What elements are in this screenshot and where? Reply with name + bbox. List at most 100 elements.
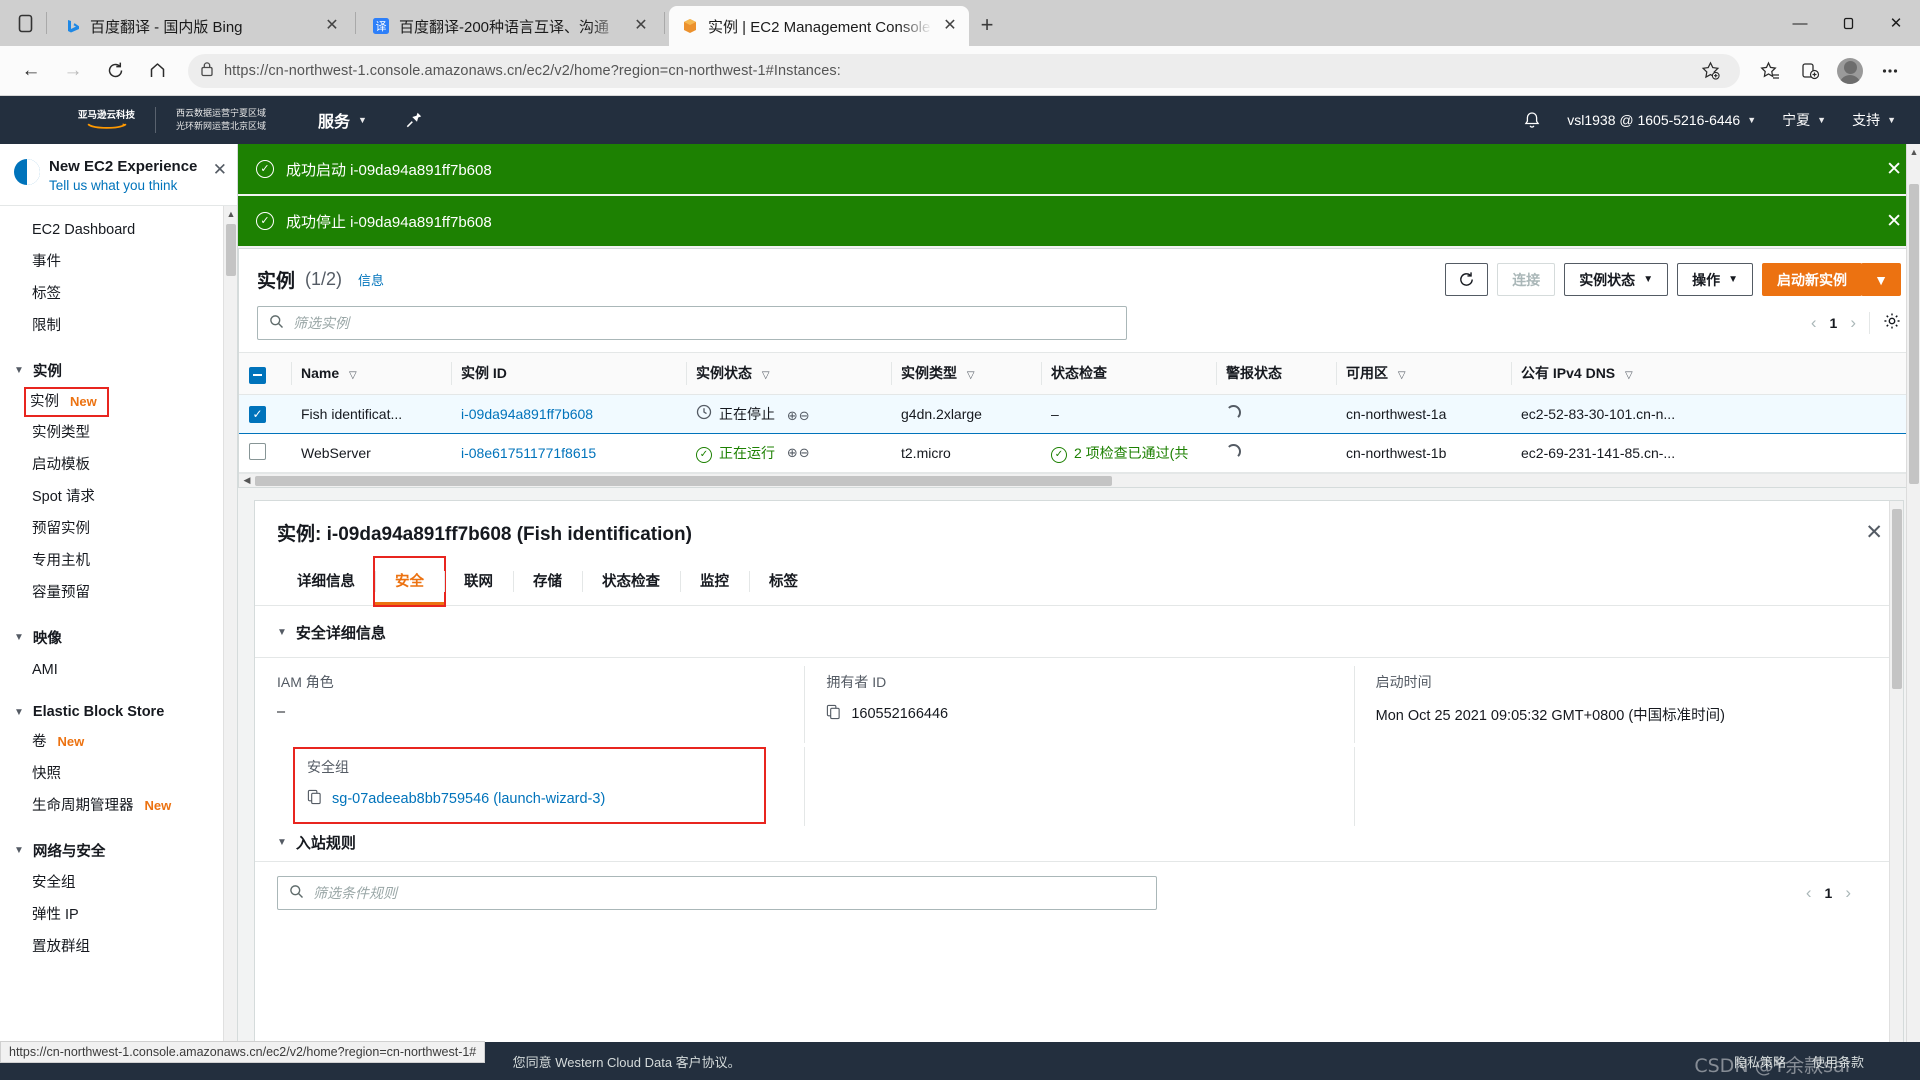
region-menu[interactable]: 宁夏 ▼ xyxy=(1782,110,1826,130)
zoom-icons[interactable]: ⊕⊖ xyxy=(787,408,811,423)
column-header-instance-state[interactable]: 实例状态 ▽ xyxy=(686,352,891,395)
row-select-cell[interactable]: ✓ xyxy=(239,393,291,434)
home-button[interactable] xyxy=(138,52,176,90)
reload-button[interactable] xyxy=(96,52,134,90)
table-scroll-thumb[interactable] xyxy=(255,475,1112,486)
sort-icon[interactable]: ▽ xyxy=(967,370,975,381)
info-link[interactable]: 信息 xyxy=(358,270,384,289)
tab-networking[interactable]: 联网 xyxy=(444,558,513,605)
sort-icon[interactable]: ▽ xyxy=(762,370,770,381)
inbound-rules-search-input[interactable]: 筛选条件规则 xyxy=(277,876,1157,910)
copy-icon[interactable] xyxy=(307,789,322,808)
notification-bell-icon[interactable] xyxy=(1523,111,1541,130)
table-scroll-left-icon[interactable]: ◀ xyxy=(239,475,255,486)
services-menu-button[interactable]: 服务 ▼ xyxy=(318,108,367,132)
forward-button[interactable]: → xyxy=(54,52,92,90)
table-horizontal-scrollbar[interactable]: ◀ ▶ xyxy=(239,473,1919,487)
refresh-button[interactable] xyxy=(1445,263,1489,296)
detail-panel-scrollbar[interactable]: ▼ xyxy=(1889,501,1903,1080)
pin-icon[interactable] xyxy=(405,111,423,129)
sidebar-item-security-groups[interactable]: 安全组 xyxy=(0,867,237,899)
tab-status-checks[interactable]: 状态检查 xyxy=(582,558,680,605)
cell-instance-id[interactable]: i-08e617511771f8615 xyxy=(451,433,686,473)
inbound-rules-section-header[interactable]: ▼ 入站规则 xyxy=(255,822,1903,853)
new-experience-close-button[interactable]: ✕ xyxy=(213,158,227,180)
instance-id-link[interactable]: i-09da94a891ff7b608 xyxy=(461,406,593,422)
tab-details[interactable]: 详细信息 xyxy=(277,558,375,605)
instance-id-link[interactable]: i-08e617511771f8615 xyxy=(461,445,596,461)
browser-tab-2[interactable]: 实例 | EC2 Management Console ✕ xyxy=(669,6,969,46)
column-header-alarm-status[interactable]: 警报状态 xyxy=(1216,352,1336,395)
sidebar-item-dedicated-hosts[interactable]: 专用主机 xyxy=(0,545,237,577)
flash-message-stop-close[interactable]: ✕ xyxy=(1886,210,1902,233)
sidebar-item-snapshots[interactable]: 快照 xyxy=(0,758,237,790)
sidebar-item-ami[interactable]: AMI xyxy=(0,654,237,686)
security-group-link[interactable]: sg-07adeeab8bb759546 (launch-wizard-3) xyxy=(332,791,605,807)
sidebar-item-limits[interactable]: 限制 xyxy=(0,310,237,342)
sidebar-item-spot-requests[interactable]: Spot 请求 xyxy=(0,481,237,513)
account-menu[interactable]: vsl1938 @ 1605-5216-6446 ▼ xyxy=(1567,112,1756,128)
back-button[interactable]: ← xyxy=(12,52,50,90)
row-checkbox[interactable] xyxy=(249,443,266,460)
sort-icon[interactable]: ▽ xyxy=(1398,370,1406,381)
sidebar-item-capacity-reservations[interactable]: 容量预留 xyxy=(0,577,237,609)
more-menu-icon[interactable] xyxy=(1872,53,1908,89)
column-header-availability-zone[interactable]: 可用区 ▽ xyxy=(1336,352,1511,395)
sidebar-item-instance-types[interactable]: 实例类型 xyxy=(0,417,237,449)
favorites-list-icon[interactable] xyxy=(1752,53,1788,89)
tab-tags[interactable]: 标签 xyxy=(749,558,818,605)
search-input[interactable]: 筛选实例 xyxy=(257,306,1127,340)
instance-state-button[interactable]: 实例状态 ▼ xyxy=(1564,263,1669,296)
profile-avatar[interactable] xyxy=(1832,53,1868,89)
browser-tab-2-close[interactable]: ✕ xyxy=(941,18,959,34)
aws-logo-block[interactable]: 亚马逊云科技 西云数据运营宁夏区域 光环新网运营北京区域 xyxy=(78,107,266,134)
new-tab-button[interactable]: + xyxy=(969,7,1005,43)
page-scrollbar[interactable]: ▲ ▼ xyxy=(1906,144,1920,1080)
window-close-button[interactable]: ✕ xyxy=(1872,0,1920,46)
select-all-checkbox[interactable] xyxy=(249,366,266,384)
tab-storage[interactable]: 存储 xyxy=(513,558,582,605)
sidebar-item-lifecycle-manager[interactable]: 生命周期管理器 New xyxy=(0,790,237,822)
page-scroll-up-icon[interactable]: ▲ xyxy=(1907,144,1920,160)
select-all-header[interactable] xyxy=(239,352,291,395)
sidebar-item-ec2-dashboard[interactable]: EC2 Dashboard xyxy=(0,214,237,246)
pagination-next-button[interactable]: › xyxy=(1850,313,1856,333)
new-experience-feedback-link[interactable]: Tell us what you think xyxy=(49,178,204,193)
sort-icon[interactable]: ▽ xyxy=(349,370,357,381)
connect-button[interactable]: 连接 xyxy=(1497,263,1556,296)
column-header-instance-id[interactable]: 实例 ID xyxy=(451,352,686,395)
browser-tab-1[interactable]: 译 百度翻译-200种语言互译、沟通 ✕ xyxy=(360,6,660,46)
sidebar-item-reserved-instances[interactable]: 预留实例 xyxy=(0,513,237,545)
page-scroll-thumb[interactable] xyxy=(1909,184,1919,484)
tab-actions-icon[interactable] xyxy=(8,3,42,43)
table-row[interactable]: WebServer i-08e617511771f8615 ✓ 正在运行 ⊕⊖ … xyxy=(239,433,1919,473)
address-bar[interactable]: https://cn-northwest-1.console.amazonaws… xyxy=(188,53,1740,88)
flash-message-start-close[interactable]: ✕ xyxy=(1886,158,1902,181)
window-minimize-button[interactable]: — xyxy=(1776,0,1824,46)
instance-detail-close-button[interactable]: ✕ xyxy=(1865,520,1883,545)
cell-instance-id[interactable]: i-09da94a891ff7b608 xyxy=(451,393,686,434)
pagination-prev-button[interactable]: ‹ xyxy=(1811,313,1817,333)
collections-icon[interactable] xyxy=(1792,53,1828,89)
column-header-status-check[interactable]: 状态检查 xyxy=(1041,352,1216,395)
launch-instance-dropdown-button[interactable]: ▼ xyxy=(1861,263,1901,296)
gear-icon[interactable] xyxy=(1883,312,1901,335)
actions-button[interactable]: 操作 ▼ xyxy=(1677,263,1753,296)
column-header-instance-type[interactable]: 实例类型 ▽ xyxy=(891,352,1041,395)
sidebar-item-events[interactable]: 事件 xyxy=(0,246,237,278)
window-maximize-button[interactable] xyxy=(1824,0,1872,46)
sort-icon[interactable]: ▽ xyxy=(1625,370,1633,381)
sidebar-scroll-thumb[interactable] xyxy=(226,224,236,276)
pagination-page-number[interactable]: 1 xyxy=(1830,315,1838,331)
launch-instance-button[interactable]: 启动新实例 xyxy=(1762,263,1862,296)
column-header-name[interactable]: Name ▽ xyxy=(291,352,451,395)
tab-security[interactable]: 安全 xyxy=(373,556,446,607)
table-scroll-track[interactable] xyxy=(255,474,1903,488)
inbound-pagination-prev-button[interactable]: ‹ xyxy=(1806,883,1812,903)
new-experience-toggle[interactable] xyxy=(14,159,40,185)
detail-scroll-thumb[interactable] xyxy=(1892,509,1902,689)
browser-tab-1-close[interactable]: ✕ xyxy=(632,18,650,34)
sidebar-item-tags[interactable]: 标签 xyxy=(0,278,237,310)
sidebar-item-elastic-ips[interactable]: 弹性 IP xyxy=(0,899,237,931)
sidebar-scroll-up-icon[interactable]: ▲ xyxy=(224,206,237,222)
